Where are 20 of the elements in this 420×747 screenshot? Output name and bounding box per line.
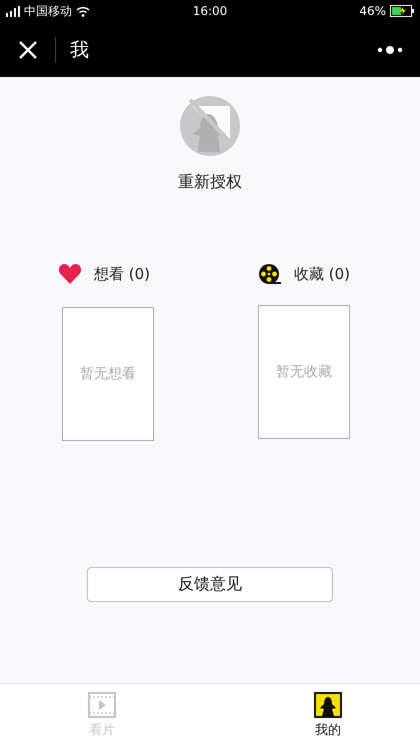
more-icon bbox=[377, 44, 403, 54]
list-title: 收藏 (0) bbox=[294, 264, 350, 284]
film-reel-icon bbox=[258, 263, 282, 285]
reauthorize-link[interactable]: 重新授权 bbox=[178, 172, 242, 193]
wifi-icon bbox=[76, 6, 90, 16]
battery-percent: 46% bbox=[359, 4, 386, 18]
list-title: 想看 (0) bbox=[94, 264, 150, 284]
close-icon bbox=[18, 40, 38, 60]
empty-message: 暂无想看 bbox=[80, 365, 136, 383]
status-time: 16:00 bbox=[192, 4, 228, 18]
carrier-name: 中国移动 bbox=[24, 2, 72, 20]
film-play-icon bbox=[88, 692, 116, 718]
heart-icon bbox=[58, 263, 82, 285]
empty-message: 暂无收藏 bbox=[276, 363, 332, 381]
signal-icon bbox=[6, 6, 20, 16]
tab-item[interactable]: 我的 bbox=[314, 684, 342, 747]
figure-poster-icon bbox=[314, 692, 342, 718]
feedback-button[interactable]: 反馈意见 bbox=[87, 567, 333, 602]
page-title: 我 bbox=[70, 38, 89, 62]
battery-icon bbox=[390, 5, 414, 17]
